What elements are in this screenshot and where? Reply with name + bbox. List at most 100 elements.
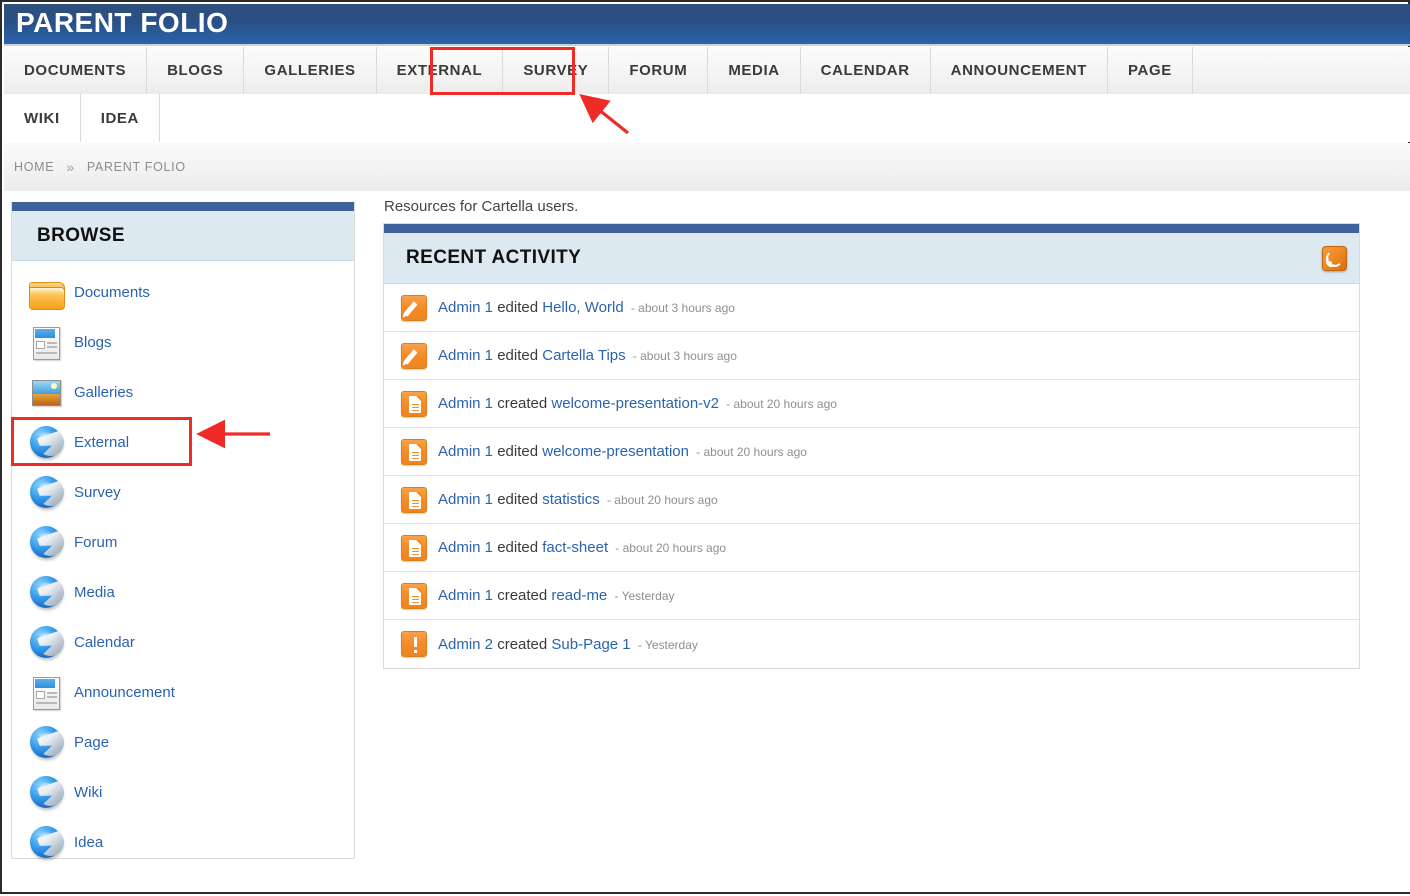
activity-timestamp: - about 3 hours ago bbox=[631, 301, 735, 315]
panel-title: RECENT ACTIVITY bbox=[406, 247, 581, 269]
activity-action: edited bbox=[497, 491, 538, 508]
activity-user-link[interactable]: Admin 1 bbox=[438, 443, 493, 460]
activity-action: edited bbox=[497, 539, 538, 556]
file-icon bbox=[401, 583, 427, 609]
activity-timestamp: - about 20 hours ago bbox=[615, 541, 726, 555]
page-title: PARENT FOLIO bbox=[16, 7, 228, 39]
activity-text: Admin 2 created Sub-Page 1 - Yesterday bbox=[438, 636, 698, 653]
sidebar-item-galleries[interactable]: Galleries bbox=[12, 367, 354, 417]
nav-filler bbox=[160, 94, 1410, 142]
nav-filler bbox=[1193, 47, 1410, 94]
activity-target-link[interactable]: Hello, World bbox=[542, 299, 623, 316]
activity-timestamp: - Yesterday bbox=[614, 589, 674, 603]
nav-tab-survey[interactable]: SURVEY bbox=[503, 47, 609, 94]
sidebar-item-label: External bbox=[74, 434, 129, 451]
activity-action: edited bbox=[497, 299, 538, 316]
rss-icon[interactable] bbox=[1322, 246, 1347, 271]
globe-icon bbox=[26, 822, 66, 862]
activity-row: Admin 1 edited fact-sheet - about 20 hou… bbox=[384, 524, 1359, 572]
nav-tab-media[interactable]: MEDIA bbox=[708, 47, 800, 94]
activity-user-link[interactable]: Admin 1 bbox=[438, 299, 493, 316]
intro-text: Resources for Cartella users. bbox=[375, 191, 1360, 215]
activity-row: Admin 1 edited statistics - about 20 hou… bbox=[384, 476, 1359, 524]
activity-user-link[interactable]: Admin 1 bbox=[438, 587, 493, 604]
file-icon bbox=[401, 391, 427, 417]
activity-target-link[interactable]: Sub-Page 1 bbox=[551, 636, 630, 653]
sidebar-item-calendar[interactable]: Calendar bbox=[12, 617, 354, 667]
nav-tab-forum[interactable]: FORUM bbox=[609, 47, 708, 94]
sidebar-item-label: Survey bbox=[74, 484, 121, 501]
browse-list: Documents Blogs Galleries External Survey For… bbox=[12, 261, 354, 877]
sidebar-item-label: Documents bbox=[74, 284, 150, 301]
recent-activity-panel: RECENT ACTIVITY Admin 1 edited Hello, Wo… bbox=[383, 223, 1360, 669]
breadcrumb-current[interactable]: PARENT FOLIO bbox=[87, 160, 186, 174]
nav-tab-idea[interactable]: IDEA bbox=[81, 94, 160, 142]
nav-tab-page[interactable]: PAGE bbox=[1108, 47, 1193, 94]
sidebar-title: BROWSE bbox=[37, 225, 125, 247]
file-icon bbox=[401, 535, 427, 561]
browser-window: PARENT FOLIO DOCUMENTSBLOGSGALLERIESEXTE… bbox=[0, 0, 1410, 894]
main-column: Resources for Cartella users. RECENT ACT… bbox=[375, 191, 1360, 215]
activity-row: Admin 1 edited Cartella Tips - about 3 h… bbox=[384, 332, 1359, 380]
activity-target-link[interactable]: fact-sheet bbox=[542, 539, 608, 556]
sidebar-item-blogs[interactable]: Blogs bbox=[12, 317, 354, 367]
activity-action: edited bbox=[497, 443, 538, 460]
sidebar-item-label: Idea bbox=[74, 834, 103, 851]
activity-target-link[interactable]: statistics bbox=[542, 491, 600, 508]
sidebar-item-forum[interactable]: Forum bbox=[12, 517, 354, 567]
folder-icon bbox=[26, 272, 66, 312]
activity-target-link[interactable]: welcome-presentation-v2 bbox=[551, 395, 719, 412]
globe-icon bbox=[26, 722, 66, 762]
nav-tab-external[interactable]: EXTERNAL bbox=[377, 47, 504, 94]
main-navigation: DOCUMENTSBLOGSGALLERIESEXTERNALSURVEYFOR… bbox=[4, 47, 1410, 142]
activity-user-link[interactable]: Admin 1 bbox=[438, 539, 493, 556]
sidebar-item-documents[interactable]: Documents bbox=[12, 267, 354, 317]
activity-user-link[interactable]: Admin 1 bbox=[438, 347, 493, 364]
activity-target-link[interactable]: welcome-presentation bbox=[542, 443, 689, 460]
nav-tab-documents[interactable]: DOCUMENTS bbox=[4, 47, 147, 94]
sidebar-item-label: Announcement bbox=[74, 684, 175, 701]
nav-row-2: WIKIIDEA bbox=[4, 94, 1410, 142]
sidebar-item-label: Forum bbox=[74, 534, 117, 551]
activity-user-link[interactable]: Admin 2 bbox=[438, 636, 493, 653]
sidebar-item-page[interactable]: Page bbox=[12, 717, 354, 767]
activity-user-link[interactable]: Admin 1 bbox=[438, 395, 493, 412]
activity-row: Admin 1 created read-me - Yesterday bbox=[384, 572, 1359, 620]
document-icon bbox=[26, 322, 66, 362]
globe-icon bbox=[26, 472, 66, 512]
nav-tab-blogs[interactable]: BLOGS bbox=[147, 47, 244, 94]
sidebar-item-label: Media bbox=[74, 584, 115, 601]
activity-timestamp: - Yesterday bbox=[638, 638, 698, 652]
sidebar-item-external[interactable]: External bbox=[12, 417, 354, 467]
sidebar-item-idea[interactable]: Idea bbox=[12, 817, 354, 867]
gallery-icon bbox=[26, 372, 66, 412]
nav-row-1: DOCUMENTSBLOGSGALLERIESEXTERNALSURVEYFOR… bbox=[4, 47, 1410, 94]
activity-text: Admin 1 edited Cartella Tips - about 3 h… bbox=[438, 347, 737, 364]
activity-list: Admin 1 edited Hello, World - about 3 ho… bbox=[384, 284, 1359, 668]
sidebar-item-announcement[interactable]: Announcement bbox=[12, 667, 354, 717]
nav-tab-announcement[interactable]: ANNOUNCEMENT bbox=[931, 47, 1108, 94]
activity-action: created bbox=[497, 636, 547, 653]
activity-row: Admin 1 edited Hello, World - about 3 ho… bbox=[384, 284, 1359, 332]
activity-target-link[interactable]: read-me bbox=[551, 587, 607, 604]
activity-text: Admin 1 edited statistics - about 20 hou… bbox=[438, 491, 718, 508]
activity-target-link[interactable]: Cartella Tips bbox=[542, 347, 625, 364]
activity-row: Admin 1 created welcome-presentation-v2 … bbox=[384, 380, 1359, 428]
breadcrumb-separator-icon: » bbox=[66, 159, 75, 175]
sidebar-item-label: Wiki bbox=[74, 784, 102, 801]
sidebar-header: BROWSE bbox=[12, 211, 354, 261]
sidebar-item-media[interactable]: Media bbox=[12, 567, 354, 617]
document-icon bbox=[26, 672, 66, 712]
activity-text: Admin 1 edited welcome-presentation - ab… bbox=[438, 443, 807, 460]
sidebar-item-label: Blogs bbox=[74, 334, 112, 351]
activity-user-link[interactable]: Admin 1 bbox=[438, 491, 493, 508]
alert-icon bbox=[401, 631, 427, 657]
activity-action: edited bbox=[497, 347, 538, 364]
breadcrumb-home[interactable]: HOME bbox=[14, 160, 54, 174]
nav-tab-galleries[interactable]: GALLERIES bbox=[244, 47, 376, 94]
nav-tab-calendar[interactable]: CALENDAR bbox=[801, 47, 931, 94]
sidebar-item-survey[interactable]: Survey bbox=[12, 467, 354, 517]
activity-timestamp: - about 20 hours ago bbox=[696, 445, 807, 459]
sidebar-item-wiki[interactable]: Wiki bbox=[12, 767, 354, 817]
nav-tab-wiki[interactable]: WIKI bbox=[4, 94, 81, 142]
